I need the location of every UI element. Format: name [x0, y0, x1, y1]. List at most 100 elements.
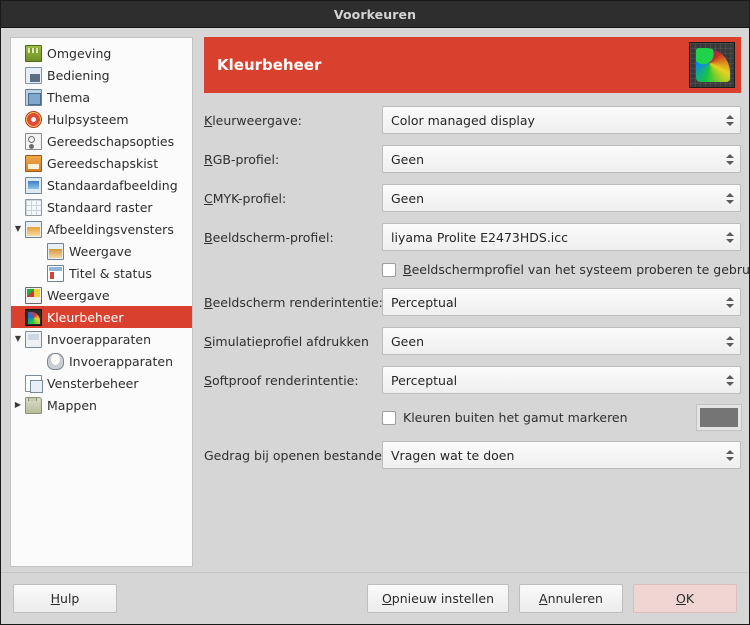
button-label: Hulp — [50, 591, 80, 606]
sidebar-item-label: Standaardafbeelding — [47, 177, 178, 193]
reset-button[interactable]: Opnieuw instellen — [366, 584, 509, 613]
sidebar-item-invoerapparaten[interactable]: Invoerapparaten — [11, 350, 192, 372]
preferences-main-panel: Kleurbeheer Kleurweergave: Color managed … — [204, 37, 750, 572]
expander-open-icon[interactable]: ▼ — [11, 225, 25, 233]
panel-header: Kleurbeheer — [204, 37, 741, 93]
form-row-use-system-monitor-profile: Beeldschermprofiel van het systeem probe… — [204, 262, 750, 277]
sidebar-item-bediening[interactable]: Bediening — [11, 64, 192, 86]
ok-button[interactable]: OK — [633, 584, 737, 613]
sidebar-item-weergave[interactable]: Weergave — [11, 284, 192, 306]
sidebar-item-weergave[interactable]: Weergave — [11, 240, 192, 262]
sidebar-item-standaard-raster[interactable]: Standaard raster — [11, 196, 192, 218]
sidebar-item-label: Standaard raster — [47, 199, 153, 215]
sidebar-item-label: Gereedschapsopties — [47, 133, 175, 149]
lifebuoy-icon — [25, 110, 42, 128]
sidebar-item-mappen[interactable]: ▶ Mappen — [11, 394, 192, 416]
image-windows-icon — [25, 220, 42, 238]
sidebar-item-label: Weergave — [69, 243, 132, 259]
spinner-arrows-icon[interactable] — [724, 296, 736, 308]
rgb-profile-combo[interactable]: Geen — [382, 145, 741, 173]
file-open-behaviour-value: Vragen wat te doen — [391, 447, 515, 463]
expander-closed-icon[interactable]: ▶ — [11, 401, 25, 409]
spinner-arrows-icon[interactable] — [724, 114, 736, 126]
sidebar-item-label: Invoerapparaten — [47, 331, 151, 347]
sidebar-item-gereedschapsopties[interactable]: Gereedschapsopties — [11, 130, 192, 152]
color-management-icon — [25, 308, 42, 326]
rgb-profile-value: Geen — [391, 151, 424, 167]
sidebar-item-gereedschapskist[interactable]: Gereedschapskist — [11, 152, 192, 174]
softproof-rendering-intent-label: Softproof renderintentie: — [204, 372, 359, 388]
use-system-monitor-profile-checkbox[interactable] — [382, 262, 396, 277]
cmyk-profile-combo[interactable]: Geen — [382, 184, 741, 212]
sidebar-item-omgeving[interactable]: Omgeving — [11, 42, 192, 64]
form-row-mark-out-of-gamut: Kleuren buiten het gamut markeren — [204, 404, 742, 431]
environment-icon — [25, 44, 42, 62]
sidebar-item-invoerapparaten[interactable]: ▼ Invoerapparaten — [11, 328, 192, 350]
tool-options-icon — [25, 132, 42, 150]
page-title: Kleurbeheer — [217, 56, 322, 74]
cancel-button[interactable]: Annuleren — [519, 584, 623, 613]
spinner-arrows-icon[interactable] — [724, 374, 736, 386]
spinner-arrows-icon[interactable] — [724, 153, 736, 165]
sidebar-item-label: Thema — [47, 89, 91, 105]
softproof-rendering-intent-value: Perceptual — [391, 372, 458, 388]
spinner-arrows-icon[interactable] — [724, 449, 736, 461]
form-row-file-open-behaviour: Gedrag bij openen bestanden: Vragen wat t… — [204, 441, 741, 469]
monitor-profile-value: liyama Prolite E2473HDS.icc — [391, 229, 569, 245]
mark-out-of-gamut-checkbox[interactable] — [382, 410, 396, 425]
window-title: Voorkeuren — [333, 6, 417, 22]
sidebar-item-titel-status[interactable]: Titel & status — [11, 262, 192, 284]
sidebar-item-thema[interactable]: Thema — [11, 86, 192, 108]
input-devices-icon — [25, 330, 42, 348]
cmyk-profile-label: CMYK-profiel: — [204, 190, 287, 206]
expander-open-icon[interactable]: ▼ — [11, 335, 25, 343]
spinner-arrows-icon[interactable] — [724, 335, 736, 347]
display-rendering-intent-value: Perceptual — [391, 294, 458, 310]
preferences-tree[interactable]: Omgeving Bediening Thema Hulpsysteem Gereeds… — [10, 37, 193, 567]
color-gamut-icon — [689, 42, 735, 88]
monitor-profile-combo[interactable]: liyama Prolite E2473HDS.icc — [382, 223, 741, 251]
form-row-monitor-profile: Beeldscherm-profiel: liyama Prolite E2473… — [204, 223, 741, 251]
footer-button-group: Opnieuw instellen Annuleren OK — [366, 584, 737, 613]
sidebar-item-hulpsysteem[interactable]: Hulpsysteem — [11, 108, 192, 130]
theme-icon — [25, 88, 42, 106]
help-button[interactable]: Hulp — [13, 584, 117, 613]
form-row-softproof-rendering-intent: Softproof renderintentie: Perceptual — [204, 366, 741, 394]
spinner-arrows-icon[interactable] — [724, 192, 736, 204]
grid-icon — [25, 198, 42, 216]
mouse-icon — [47, 352, 64, 370]
preferences-window: Voorkeuren Omgeving Bediening Thema Hulpsys… — [0, 0, 750, 625]
sidebar-item-label: Gereedschapskist — [47, 155, 159, 171]
sidebar-item-vensterbeheer[interactable]: Vensterbeheer — [11, 372, 192, 394]
sidebar-item-label: Titel & status — [69, 265, 152, 281]
sidebar-item-afbeeldingsvensters[interactable]: ▼ Afbeeldingsvensters — [11, 218, 192, 240]
use-system-monitor-profile-label[interactable]: Beeldschermprofiel van het systeem probe… — [403, 262, 750, 277]
form-row-rgb-profile: RGB-profiel: Geen — [204, 145, 741, 173]
form-row-color-display-mode: Kleurweergave: Color managed display — [204, 106, 741, 134]
display-icon — [25, 286, 42, 304]
title-status-icon — [47, 264, 64, 282]
print-simulation-profile-combo[interactable]: Geen — [382, 327, 741, 355]
file-open-behaviour-label: Gedrag bij openen bestanden: — [204, 447, 395, 463]
out-of-gamut-color-swatch[interactable] — [696, 404, 742, 431]
spinner-arrows-icon[interactable] — [724, 231, 736, 243]
form-row-display-rendering-intent: Beeldscherm renderintentie: Perceptual — [204, 288, 741, 316]
sidebar-item-standaardafbeelding[interactable]: Standaardafbeelding — [11, 174, 192, 196]
color-display-mode-combo[interactable]: Color managed display — [382, 106, 741, 134]
print-simulation-profile-value: Geen — [391, 333, 424, 349]
form-row-cmyk-profile: CMYK-profiel: Geen — [204, 184, 741, 212]
monitor-profile-label: Beeldscherm-profiel: — [204, 229, 334, 245]
sidebar-item-label: Weergave — [47, 287, 110, 303]
interface-icon — [25, 66, 42, 84]
softproof-rendering-intent-combo[interactable]: Perceptual — [382, 366, 741, 394]
display-rendering-intent-combo[interactable]: Perceptual — [382, 288, 741, 316]
sidebar-item-label: Omgeving — [47, 45, 112, 61]
settings-form: Kleurweergave: Color managed display RGB-p… — [204, 93, 750, 572]
print-simulation-profile-label: Simulatieprofiel afdrukken — [204, 333, 369, 349]
mark-out-of-gamut-label[interactable]: Kleuren buiten het gamut markeren — [403, 410, 628, 425]
sidebar-item-label: Invoerapparaten — [69, 353, 173, 369]
display-rendering-intent-label: Beeldscherm renderintentie: — [204, 294, 383, 310]
sidebar-item-kleurbeheer[interactable]: Kleurbeheer — [11, 306, 192, 328]
file-open-behaviour-combo[interactable]: Vragen wat te doen — [382, 441, 741, 469]
sidebar-item-label: Kleurbeheer — [47, 309, 124, 325]
